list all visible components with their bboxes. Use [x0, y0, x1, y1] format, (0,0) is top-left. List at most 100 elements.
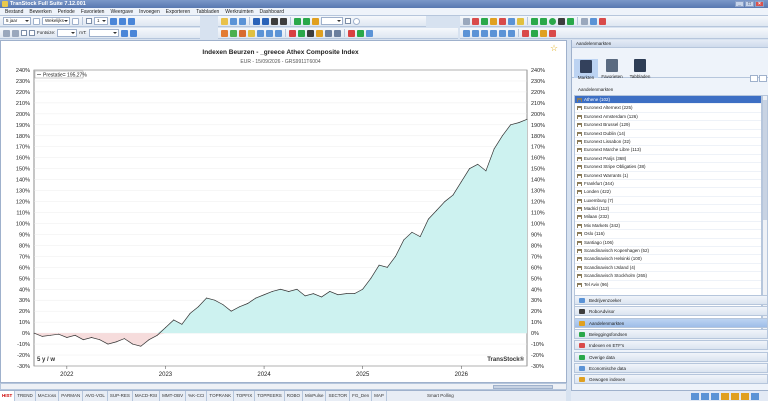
- ma-icon[interactable]: [463, 29, 470, 37]
- plus-icon[interactable]: [289, 29, 296, 37]
- period-select[interactable]: 5 jaar: [3, 17, 31, 25]
- tab-tabbladen[interactable]: Tabbladen: [628, 59, 652, 79]
- minimize-icon[interactable]: _: [735, 1, 744, 7]
- volume2-icon[interactable]: [508, 29, 515, 37]
- menu-bestand[interactable]: Bestand: [2, 8, 26, 16]
- line-draw-icon[interactable]: [481, 17, 488, 25]
- status-icon[interactable]: [721, 393, 729, 400]
- nav-indexen-en-etf-s[interactable]: Indexen en ETF's: [574, 340, 768, 351]
- horizontal-scrollbar[interactable]: [0, 383, 567, 390]
- trend-icon[interactable]: [239, 29, 246, 37]
- pin-icon[interactable]: [348, 29, 355, 37]
- status-icon[interactable]: [731, 393, 739, 400]
- export-icon[interactable]: [357, 29, 364, 37]
- market-list-item[interactable]: Euronext Stripe Obligaties (38): [575, 163, 761, 172]
- tab-robo[interactable]: ROBO: [285, 391, 303, 401]
- nav-bedrijvenzoeker[interactable]: Bedrijvenzoeker: [574, 295, 768, 305]
- menu-exporteren[interactable]: Exporteren: [163, 8, 193, 16]
- market-list-item[interactable]: Euronext Lissabon (32): [575, 138, 761, 147]
- alert-icon[interactable]: [522, 29, 529, 37]
- text-select[interactable]: [88, 29, 119, 37]
- chart-type-icon[interactable]: [221, 17, 228, 25]
- menu-bewerken[interactable]: Bewerken: [26, 8, 54, 16]
- text-draw-icon[interactable]: [567, 17, 574, 25]
- tab-markten[interactable]: Markten: [574, 59, 598, 80]
- option-checkbox[interactable]: [21, 30, 27, 36]
- tab-trend[interactable]: TREND: [15, 391, 36, 401]
- candle-icon[interactable]: [230, 17, 237, 25]
- grid-icon[interactable]: [280, 17, 287, 25]
- zoom-out-icon[interactable]: [119, 17, 126, 25]
- tab-mmt-obv[interactable]: MMT-OBV: [160, 391, 187, 401]
- tab-fg-den[interactable]: FG_Den: [350, 391, 373, 401]
- status-icon[interactable]: [691, 393, 699, 400]
- refresh-icon[interactable]: [128, 17, 135, 25]
- tab-toppeers[interactable]: TOPPEERS: [255, 391, 285, 401]
- arrow-icon[interactable]: [558, 17, 565, 25]
- market-list-item[interactable]: Scandinavisch Stockholm (265): [575, 272, 761, 281]
- copy-icon[interactable]: [12, 29, 19, 37]
- dropdown-arrow-icon[interactable]: [72, 17, 79, 25]
- tab-k-cci[interactable]: %K-CCI: [186, 391, 208, 401]
- calc-icon[interactable]: [266, 29, 273, 37]
- arrow-right-icon[interactable]: [129, 29, 137, 37]
- market-list-item[interactable]: Oslo (116): [575, 230, 761, 239]
- delete-icon[interactable]: [599, 17, 606, 25]
- text-tool-icon[interactable]: [334, 29, 341, 37]
- page-field[interactable]: 1: [94, 17, 108, 25]
- menu-periode[interactable]: Periode: [55, 8, 78, 16]
- stochastic-icon[interactable]: [499, 29, 506, 37]
- maximize-icon[interactable]: □: [745, 1, 754, 7]
- search-field[interactable]: [321, 17, 343, 25]
- dropdown-arrow-icon[interactable]: [33, 17, 40, 25]
- tab-macd-rsi[interactable]: MACD-RSI: [133, 391, 161, 401]
- rsi-icon[interactable]: [472, 29, 479, 37]
- tab-hist[interactable]: HIST: [0, 391, 16, 401]
- pen-icon[interactable]: [307, 29, 314, 37]
- scrollbar-thumb[interactable]: [763, 100, 767, 220]
- market-list-item[interactable]: Euronext Dublin (14): [575, 130, 761, 138]
- flag-icon[interactable]: [221, 29, 228, 37]
- volume-icon[interactable]: [271, 17, 278, 25]
- tab-macross[interactable]: MACross: [36, 391, 60, 401]
- tab-parman[interactable]: PARMAN: [59, 391, 84, 401]
- menu-dashboard[interactable]: Dashboard: [257, 8, 287, 16]
- menu-invoegen[interactable]: Invoegen: [136, 8, 163, 16]
- rectangle-icon[interactable]: [531, 17, 538, 25]
- area-icon[interactable]: [262, 17, 269, 25]
- market-list-item[interactable]: Athene (102): [575, 96, 761, 105]
- menu-werkruimten[interactable]: Werkruimten: [222, 8, 256, 16]
- tab-map[interactable]: MAP: [372, 391, 387, 401]
- help-icon[interactable]: [353, 17, 360, 25]
- interval-select[interactable]: Wekelijks: [42, 17, 70, 25]
- bulb-icon[interactable]: [248, 29, 255, 37]
- grid2-icon[interactable]: [230, 29, 237, 37]
- triangle-icon[interactable]: [540, 17, 547, 25]
- print-icon[interactable]: [366, 29, 373, 37]
- menu-tabbladen[interactable]: Tabbladen: [193, 8, 222, 16]
- market-list-item[interactable]: Euronext Alternext (225): [575, 104, 761, 113]
- tab-sup-res[interactable]: SUP-RES: [108, 391, 133, 401]
- ruler-icon[interactable]: [325, 29, 332, 37]
- nav-economische-data[interactable]: Economische data: [574, 362, 768, 373]
- tab-topfix[interactable]: TOPFIX: [234, 391, 256, 401]
- menu-weergave[interactable]: Weergave: [107, 8, 136, 16]
- market-list-item[interactable]: Euronext Warrants (1): [575, 172, 761, 180]
- market-list-item[interactable]: Scandinavisch IJsland (4): [575, 264, 761, 273]
- status-icon[interactable]: [711, 393, 719, 400]
- nav-overige-data[interactable]: Overige data: [574, 351, 768, 362]
- market-list-item[interactable]: Milaan (232): [575, 213, 761, 222]
- status-icon[interactable]: [751, 393, 759, 400]
- market-list-item[interactable]: Madrid (112): [575, 205, 761, 214]
- market-list-item[interactable]: Tel Aviv (96): [575, 281, 761, 289]
- chart-panel[interactable]: 240% 240% 230% 230% 220% 220% 210% 210% 200% 200%…: [0, 40, 567, 383]
- lightning-icon[interactable]: [540, 29, 547, 37]
- tag-icon[interactable]: [298, 29, 305, 37]
- fibonacci-icon[interactable]: [517, 17, 524, 25]
- nav-aandelenmarkten[interactable]: Aandelenmarkten: [574, 317, 768, 328]
- report-icon[interactable]: [275, 29, 282, 37]
- settings-icon[interactable]: [581, 17, 588, 25]
- line-icon[interactable]: [253, 17, 260, 25]
- circle-icon[interactable]: [549, 17, 556, 25]
- market-list-item[interactable]: Scandinavisch Helsinki (100): [575, 255, 761, 264]
